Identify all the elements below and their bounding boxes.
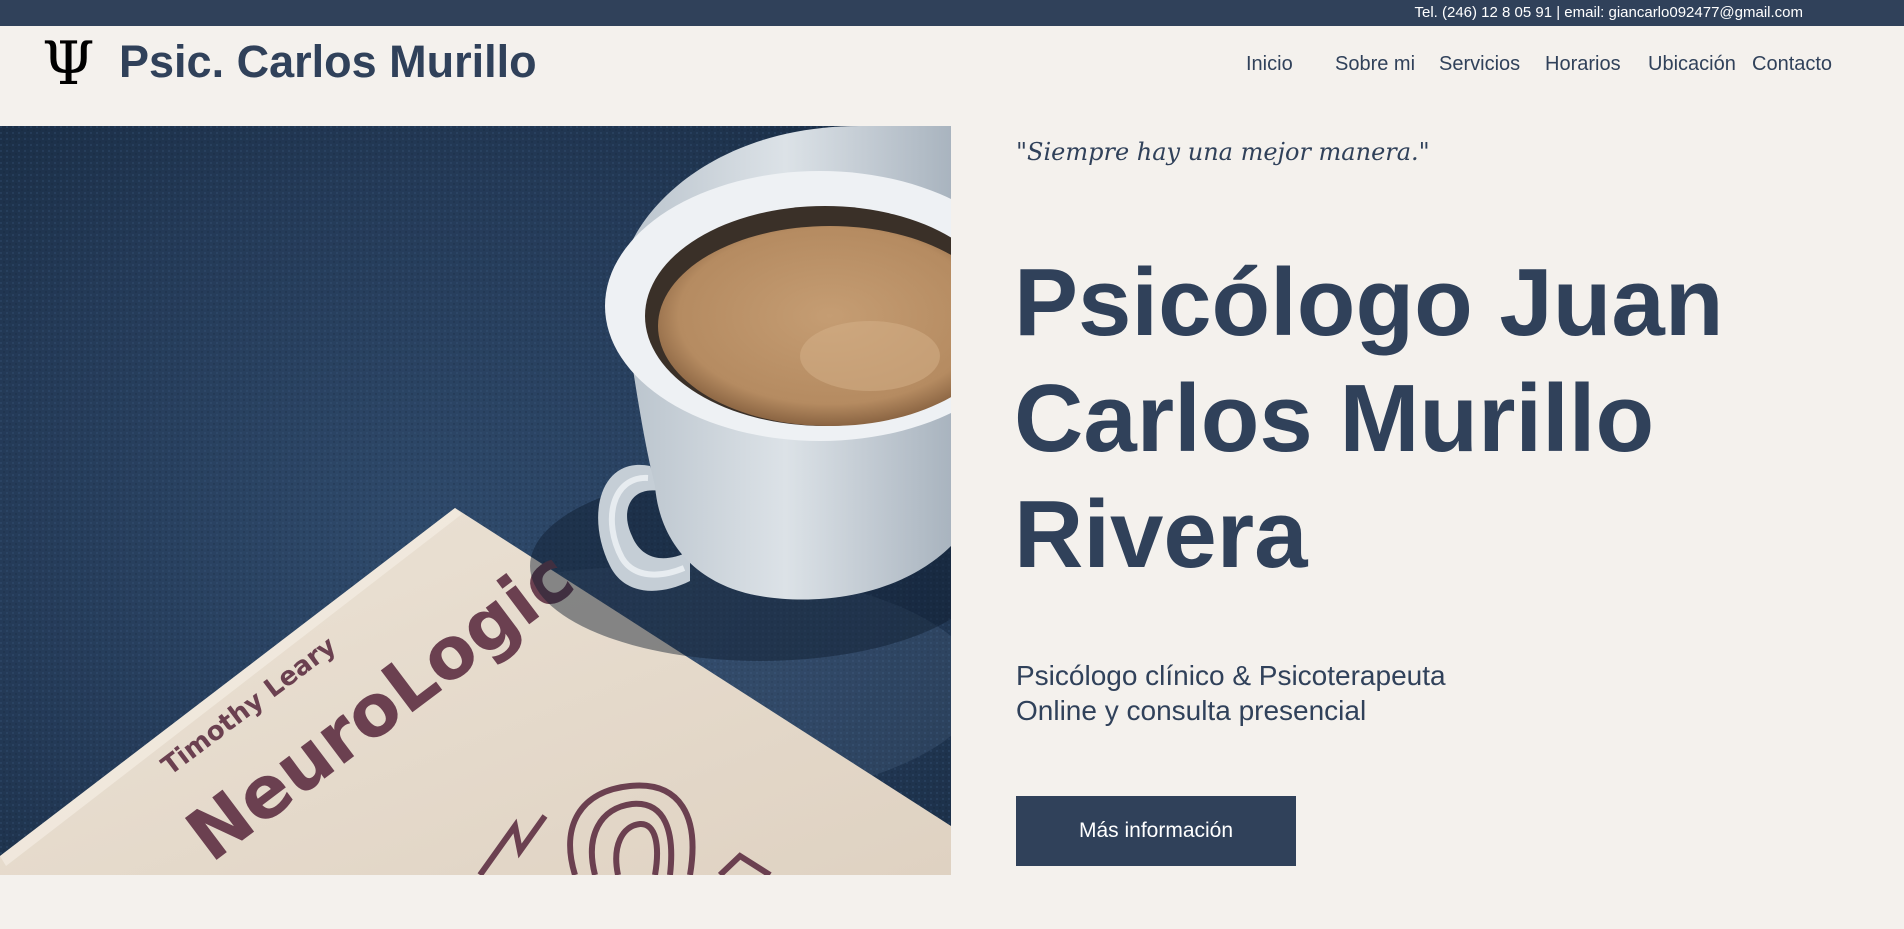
hero-subtitle-line: Psicólogo clínico & Psicoterapeuta xyxy=(1016,660,1446,691)
hero-subtitle: Psicólogo clínico & Psicoterapeuta Onlin… xyxy=(1016,658,1446,728)
hero-title-line: Psicólogo Juan xyxy=(1014,249,1724,356)
hero-title-line: Carlos Murillo xyxy=(1014,365,1655,472)
nav-servicios[interactable]: Servicios xyxy=(1439,51,1520,77)
nav-sobre-mi[interactable]: Sobre mi xyxy=(1335,51,1415,77)
nav-horarios[interactable]: Horarios xyxy=(1545,51,1621,77)
hero-quote: "Siempre hay una mejor manera." xyxy=(1016,138,1430,166)
contact-info: Tel. (246) 12 8 05 91 | email: giancarlo… xyxy=(1414,4,1803,21)
nav-ubicacion[interactable]: Ubicación xyxy=(1648,51,1736,77)
more-info-button[interactable]: Más información xyxy=(1016,796,1296,866)
hero-subtitle-line: Online y consulta presencial xyxy=(1016,695,1367,726)
hero-title-line: Rivera xyxy=(1014,481,1308,588)
site-header: Ψ Psic. Carlos Murillo Inicio Sobre mi S… xyxy=(0,26,1904,126)
nav-contacto[interactable]: Contacto xyxy=(1752,51,1832,77)
top-contact-bar: Tel. (246) 12 8 05 91 | email: giancarlo… xyxy=(0,0,1904,26)
hero-image: Timothy Leary NeuroLogic xyxy=(0,126,951,875)
main-nav: Inicio Sobre mi Servicios Horarios Ubica… xyxy=(0,51,1904,81)
hero-title: Psicólogo Juan Carlos Murillo Rivera xyxy=(1014,245,1774,593)
nav-inicio[interactable]: Inicio xyxy=(1246,51,1293,77)
